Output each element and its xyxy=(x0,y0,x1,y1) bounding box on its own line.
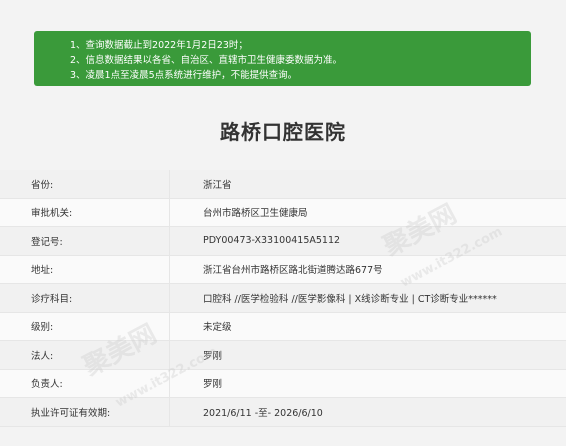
field-label: 执业许可证有效期: xyxy=(31,407,111,419)
field-label: 登记号: xyxy=(31,236,63,248)
field-value: 浙江省台州市路桥区路北街道腾达路677号 xyxy=(169,255,566,283)
field-value: PDY00473-X33100415A5112 xyxy=(169,227,566,255)
notice-banner: 1、查询数据截止到2022年1月2日23时； 2、信息数据结果以各省、自治区、直… xyxy=(34,31,531,86)
table-row: 法人: 罗刚 xyxy=(0,341,566,370)
field-value: 台州市路桥区卫生健康局 xyxy=(169,198,566,226)
hospital-name: 路桥口腔医院 xyxy=(220,120,346,144)
field-label: 负责人: xyxy=(31,379,63,391)
field-value: 未定级 xyxy=(169,312,566,340)
field-label: 法人: xyxy=(31,350,54,362)
field-label: 审批机关: xyxy=(31,208,73,220)
field-label: 地址: xyxy=(31,265,54,277)
field-label: 级别: xyxy=(31,322,54,334)
hospital-info-table: 省份: 浙江省 审批机关: 台州市路桥区卫生健康局 登记号: PDY00473-… xyxy=(0,170,566,427)
table-row: 登记号: PDY00473-X33100415A5112 xyxy=(0,227,566,256)
table-row: 审批机关: 台州市路桥区卫生健康局 xyxy=(0,198,566,227)
field-value: 2021/6/11 -至- 2026/6/10 xyxy=(169,398,566,426)
field-value: 罗刚 xyxy=(169,369,566,397)
notice-line: 2、信息数据结果以各省、自治区、直辖市卫生健康委数据为准。 xyxy=(70,55,343,66)
table-row: 诊疗科目: 口腔科 //医学检验科 //医学影像科 | X线诊断专业 | CT诊… xyxy=(0,284,566,313)
table-row: 地址: 浙江省台州市路桥区路北街道腾达路677号 xyxy=(0,255,566,284)
table-row: 执业许可证有效期: 2021/6/11 -至- 2026/6/10 xyxy=(0,398,566,427)
notice-line: 3、凌晨1点至凌晨5点系统进行维护，不能提供查询。 xyxy=(70,70,298,81)
field-label: 诊疗科目: xyxy=(31,293,73,305)
field-label: 省份: xyxy=(31,179,54,191)
table-row: 省份: 浙江省 xyxy=(0,170,566,199)
notice-line: 1、查询数据截止到2022年1月2日23时； xyxy=(70,40,248,51)
field-value: 罗刚 xyxy=(169,341,566,369)
field-value: 浙江省 xyxy=(169,170,566,198)
table-row: 负责人: 罗刚 xyxy=(0,369,566,398)
field-value: 口腔科 //医学检验科 //医学影像科 | X线诊断专业 | CT诊断专业***… xyxy=(169,284,566,312)
table-row: 级别: 未定级 xyxy=(0,312,566,341)
